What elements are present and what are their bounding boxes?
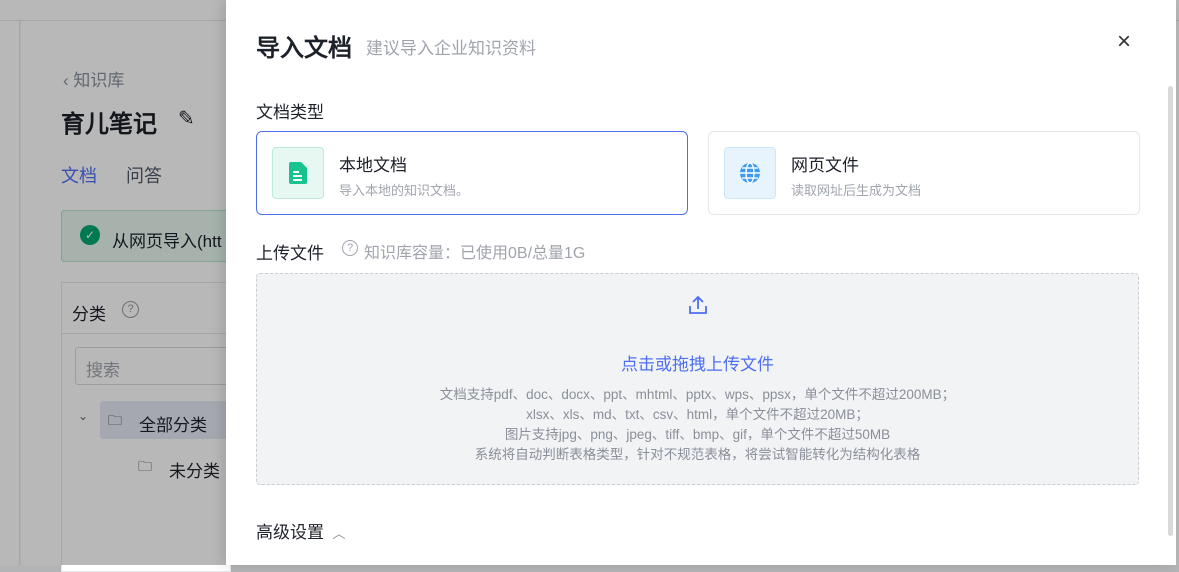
drawer-title: 导入文档	[256, 35, 352, 62]
upload-cta[interactable]: 点击或拖拽上传文件	[257, 350, 1138, 375]
hint-line: xlsx、xls、md、txt、csv、html，单个文件不超过20MB；	[526, 407, 869, 422]
type-card-web[interactable]: 网页文件 读取网址后生成为文档	[708, 131, 1140, 215]
doc-type-label: 文档类型	[256, 103, 324, 122]
import-doc-drawer: 导入文档 建议导入企业知识资料 × 文档类型 本地文档 导入本地的知识文档。 网…	[226, 0, 1176, 565]
card-title: 本地文档	[339, 156, 407, 175]
chevron-up-icon: ︿	[332, 526, 346, 541]
card-desc: 导入本地的知识文档。	[339, 183, 470, 198]
type-card-local[interactable]: 本地文档 导入本地的知识文档。	[256, 131, 688, 215]
advanced-label: 高级设置	[256, 523, 324, 542]
hint-line: 系统将自动判断表格类型，针对不规范表格，将尝试智能转化为结构化表格	[474, 447, 921, 462]
help-icon[interactable]: ?	[342, 240, 358, 256]
hint-line: 文档支持pdf、doc、docx、ppt、mhtml、pptx、wps、ppsx…	[439, 387, 956, 402]
upload-icon	[257, 294, 1138, 320]
hint-line: 图片支持jpg、png、jpeg、tiff、bmp、gif，单个文件不超过50M…	[504, 427, 891, 442]
capacity-text: 知识库容量：已使用0B/总量1G	[364, 245, 586, 262]
card-title: 网页文件	[791, 156, 859, 175]
drawer-subtitle: 建议导入企业知识资料	[366, 39, 536, 58]
file-icon	[272, 147, 324, 199]
upload-label: 上传文件	[256, 244, 324, 263]
scrollbar[interactable]	[1168, 86, 1173, 536]
globe-icon	[724, 147, 776, 199]
card-desc: 读取网址后生成为文档	[791, 183, 922, 198]
advanced-settings-toggle[interactable]: 高级设置 ︿	[256, 518, 345, 543]
close-icon[interactable]: ×	[1117, 28, 1131, 56]
upload-dropzone[interactable]: 点击或拖拽上传文件 文档支持pdf、doc、docx、ppt、mhtml、ppt…	[256, 273, 1139, 485]
